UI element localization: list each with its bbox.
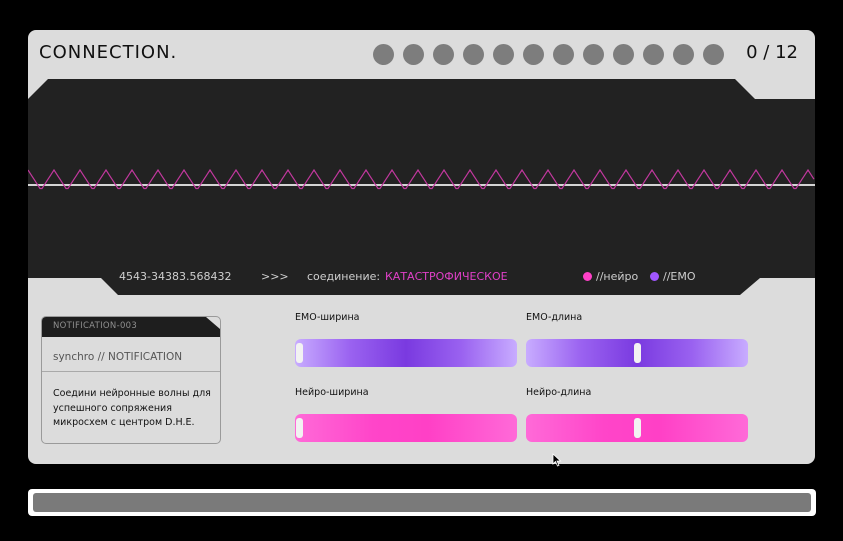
sync-progress-track — [33, 493, 811, 512]
neuro-width-slider[interactable] — [295, 414, 517, 442]
legend-emo: //EMO — [650, 270, 696, 283]
progress-dot — [433, 44, 454, 65]
emo-length-slider[interactable] — [526, 339, 748, 367]
progress-dot — [493, 44, 514, 65]
emo-legend-dot — [650, 272, 659, 281]
neuro-length-label: Нейро-длина — [526, 387, 592, 398]
emo-width-label: EMO-ширина — [295, 312, 360, 323]
progress-dot — [583, 44, 604, 65]
progress-dot — [703, 44, 724, 65]
notification-header: NOTIFICATION-003 — [53, 321, 138, 331]
progress-dots — [373, 44, 724, 65]
progress-dot — [523, 44, 544, 65]
neuro-length-handle[interactable] — [633, 418, 641, 438]
notification-divider — [42, 371, 220, 372]
page-title: CONNECTION. — [39, 42, 178, 63]
connection-panel: CONNECTION. 0 / 12 4543-34383.568432 >>>… — [28, 30, 815, 464]
neuro-width-label: Нейро-ширина — [295, 387, 369, 398]
emo-length-label: EMO-длина — [526, 312, 583, 323]
progress-dot — [673, 44, 694, 65]
legend-neuro: //нейро — [583, 270, 638, 283]
legend-emo-label: //EMO — [663, 270, 696, 283]
legend-neuro-label: //нейро — [596, 270, 639, 283]
progress-dot — [403, 44, 424, 65]
connection-label: соединение: — [307, 270, 381, 283]
mouse-cursor-icon — [552, 453, 562, 467]
sync-progress-bar — [28, 489, 816, 516]
neuro-width-handle[interactable] — [296, 418, 303, 438]
level-counter: 0 / 12 — [746, 42, 798, 63]
progress-dot — [613, 44, 634, 65]
progress-dot — [463, 44, 484, 65]
neuro-length-slider[interactable] — [526, 414, 748, 442]
emo-width-handle[interactable] — [296, 343, 303, 363]
emo-length-handle[interactable] — [633, 343, 641, 363]
status-arrows: >>> — [261, 270, 289, 283]
progress-dot — [373, 44, 394, 65]
connection-status: КАТАСТРОФИЧЕСКОЕ — [385, 270, 508, 283]
notification-subtitle: synchro // NOTIFICATION — [53, 351, 183, 363]
progress-dot — [553, 44, 574, 65]
progress-dot — [643, 44, 664, 65]
connection-id: 4543-34383.568432 — [119, 270, 232, 283]
neuro-legend-dot — [583, 272, 592, 281]
notification-body: Соедини нейронные волны для успешного со… — [53, 388, 211, 428]
notification-card: NOTIFICATION-003 synchro // NOTIFICATION… — [41, 316, 221, 444]
emo-width-slider[interactable] — [295, 339, 517, 367]
